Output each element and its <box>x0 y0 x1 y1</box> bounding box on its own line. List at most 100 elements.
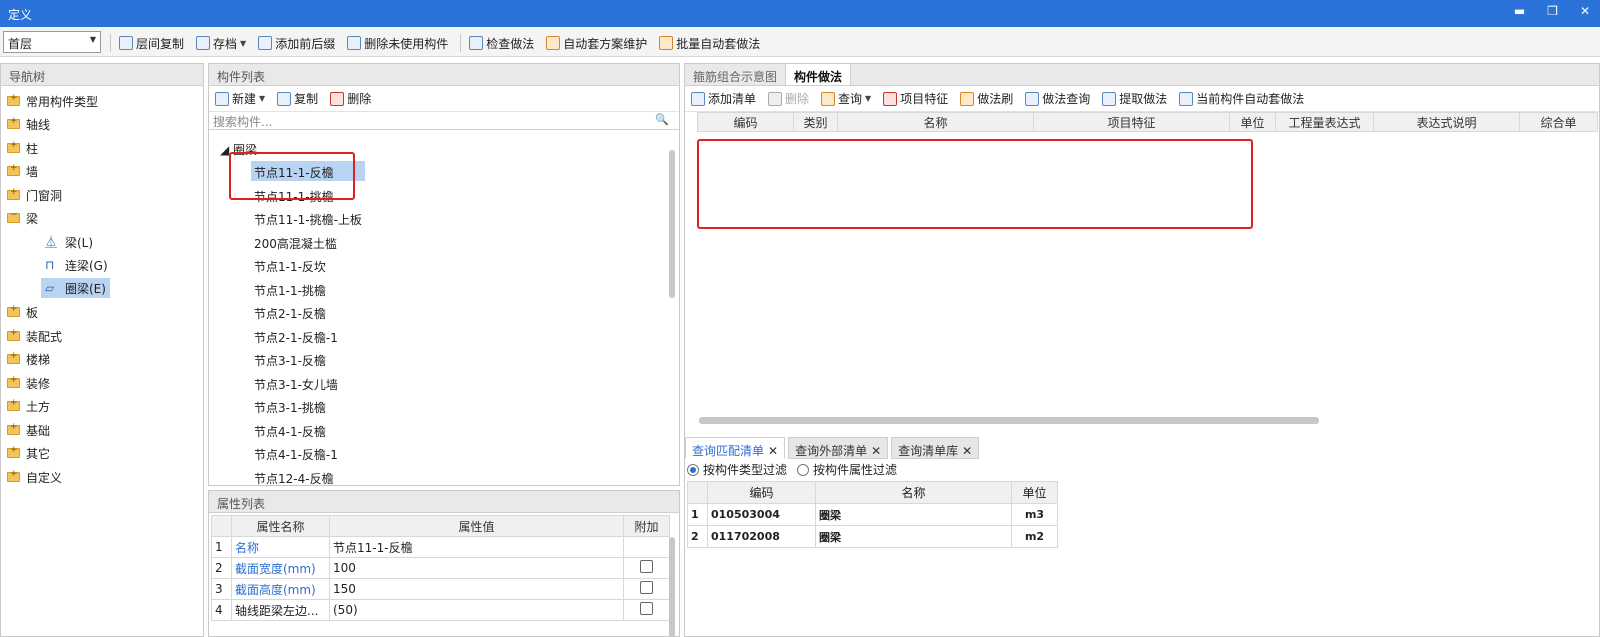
prop-value[interactable]: (50) <box>329 599 624 621</box>
extra-checkbox[interactable] <box>640 560 653 573</box>
header-code: 编码 <box>707 481 816 504</box>
vertical-scrollbar[interactable] <box>669 150 675 298</box>
table-row[interactable]: 4 轴线距梁左边... (50) <box>211 599 670 621</box>
list-item[interactable]: 节点12-4-反檐 <box>251 467 337 485</box>
header-unit-price: 综合单 <box>1519 112 1598 132</box>
annotation-highlight-box <box>697 139 1253 229</box>
nav-item-slab[interactable]: 板 <box>7 302 38 322</box>
row-code: 011702008 <box>707 525 816 548</box>
tab-stirrup-diagram[interactable]: 箍筋组合示意图 <box>685 64 787 85</box>
delete-component-button[interactable]: 删除 <box>330 90 371 107</box>
nav-subitem-beam-l[interactable]: ⏅ 梁(L) <box>45 232 93 252</box>
list-item[interactable]: 200高混凝土槛 <box>251 232 340 252</box>
filter-by-type-radio[interactable]: 按构件类型过滤 <box>687 461 787 478</box>
add-list-button[interactable]: 添加清单 <box>691 90 756 107</box>
close-icon[interactable]: ✕ <box>768 444 778 458</box>
nav-item-foundation[interactable]: 基础 <box>7 420 50 440</box>
minimize-button[interactable]: ▬ <box>1514 4 1525 18</box>
method-query-button[interactable]: 做法查询 <box>1025 90 1090 107</box>
nav-item-wall[interactable]: 墙 <box>7 161 38 181</box>
tab-label: 查询匹配清单 <box>692 444 765 458</box>
tab-match-list[interactable]: 查询匹配清单 ✕ <box>685 437 786 459</box>
prop-name: 截面高度(mm) <box>231 578 330 600</box>
close-icon[interactable]: ✕ <box>962 444 972 458</box>
copy-between-floors-button[interactable]: 层间复制 <box>119 35 184 52</box>
new-component-button[interactable]: 新建 ▼ <box>215 90 265 107</box>
nav-item-axis[interactable]: 轴线 <box>7 114 50 134</box>
batch-auto-method-button[interactable]: 批量自动套做法 <box>659 35 760 52</box>
nav-item-column[interactable]: 柱 <box>7 138 38 158</box>
table-row[interactable]: 3 截面高度(mm) 150 <box>211 578 670 600</box>
floor-select[interactable]: 首层 ▼ <box>3 31 101 53</box>
row-index: 2 <box>687 525 708 548</box>
list-item[interactable]: 节点1-1-挑檐 <box>251 279 329 299</box>
nav-item-door-window[interactable]: 门窗洞 <box>7 185 62 205</box>
table-row[interactable]: 2 截面宽度(mm) 100 <box>211 557 670 579</box>
nav-subitem-coupling-beam[interactable]: ⊓ 连梁(G) <box>45 255 108 275</box>
row-index: 1 <box>687 503 708 526</box>
list-item[interactable]: 节点4-1-反檐-1 <box>251 443 341 463</box>
extra-checkbox[interactable] <box>640 602 653 615</box>
auto-scheme-maintain-button[interactable]: 自动套方案维护 <box>546 35 647 52</box>
list-item[interactable]: 节点4-1-反檐 <box>251 420 329 440</box>
search-icon[interactable]: 🔍 <box>655 113 669 126</box>
prop-value[interactable]: 节点11-1-反檐 <box>329 536 624 558</box>
copy-component-button[interactable]: 复制 <box>277 90 318 107</box>
nav-item-custom[interactable]: 自定义 <box>7 467 62 487</box>
nav-item-common[interactable]: 常用构件类型 <box>7 91 98 111</box>
list-item[interactable]: 节点3-1-女儿墙 <box>251 373 341 393</box>
close-button[interactable]: ✕ <box>1580 4 1590 18</box>
new-component-label: 新建 <box>232 92 257 106</box>
delete-unused-button[interactable]: 删除未使用构件 <box>347 35 448 52</box>
property-table: 属性名称 属性值 附加 1 名称 节点11-1-反檐 2 截面宽度(mm) 10… <box>211 515 670 621</box>
prop-value[interactable]: 150 <box>329 578 624 600</box>
folder-icon <box>7 351 20 364</box>
list-item[interactable]: 节点1-1-反坎 <box>251 255 329 275</box>
chevron-down-icon: ▼ <box>865 94 872 103</box>
vertical-scrollbar[interactable] <box>669 537 675 636</box>
radio-unchecked-icon <box>797 464 810 476</box>
row-unit: m2 <box>1011 525 1058 548</box>
tab-component-method[interactable]: 构件做法 <box>786 64 852 85</box>
archive-button[interactable]: 存档 ▼ <box>196 35 246 52</box>
nav-item-prefab[interactable]: 装配式 <box>7 326 62 346</box>
item-feature-button[interactable]: 项目特征 <box>883 90 948 107</box>
query-button[interactable]: 查询 ▼ <box>821 90 871 107</box>
nav-item-other[interactable]: 其它 <box>7 443 50 463</box>
nav-item-decoration[interactable]: 装修 <box>7 373 50 393</box>
prop-value[interactable]: 100 <box>329 557 624 579</box>
restore-button[interactable]: ❐ <box>1547 4 1558 18</box>
delete-icon <box>768 91 783 106</box>
list-item[interactable]: 节点3-1-挑檐 <box>251 396 329 416</box>
query-icon <box>821 91 836 106</box>
extra-checkbox[interactable] <box>640 581 653 594</box>
nav-item-stairs[interactable]: 楼梯 <box>7 349 50 369</box>
list-item[interactable]: 节点2-1-反檐 <box>251 302 329 322</box>
close-icon[interactable]: ✕ <box>871 444 881 458</box>
nav-item-beam[interactable]: 梁 <box>7 208 38 228</box>
list-item[interactable]: 节点11-1-挑檐-上板 <box>251 208 365 228</box>
method-brush-button[interactable]: 做法刷 <box>960 90 1013 107</box>
nav-item-label: 常用构件类型 <box>26 94 99 109</box>
nav-tree-title: 导航树 <box>1 64 203 86</box>
tab-external-list[interactable]: 查询外部清单 ✕ <box>788 437 889 459</box>
horizontal-scrollbar[interactable] <box>699 417 1319 424</box>
header-expression-desc: 表达式说明 <box>1373 112 1520 132</box>
table-row[interactable]: 1 名称 节点11-1-反檐 <box>211 536 670 558</box>
nav-subitem-ring-beam[interactable]: ▱ 圈梁(E) <box>41 278 110 298</box>
delete-list-button[interactable]: 删除 <box>768 90 809 107</box>
auto-method-current-button[interactable]: 当前构件自动套做法 <box>1179 90 1304 107</box>
tab-list-library[interactable]: 查询清单库 ✕ <box>891 437 980 459</box>
add-prefix-suffix-button[interactable]: 添加前后缀 <box>258 35 335 52</box>
list-item[interactable]: 节点2-1-反檐-1 <box>251 326 341 346</box>
nav-item-earthwork[interactable]: 土方 <box>7 396 50 416</box>
check-method-button[interactable]: 检查做法 <box>469 35 534 52</box>
filter-by-attribute-radio[interactable]: 按构件属性过滤 <box>797 461 897 478</box>
component-search-input[interactable]: 搜索构件... 🔍 <box>209 112 679 130</box>
extract-method-label: 提取做法 <box>1119 92 1168 106</box>
table-row[interactable]: 2 011702008 圈梁 m2 <box>687 525 1058 548</box>
table-row[interactable]: 1 010503004 圈梁 m3 <box>687 503 1058 526</box>
prop-extra-cell <box>623 599 670 621</box>
extract-method-button[interactable]: 提取做法 <box>1102 90 1167 107</box>
list-item[interactable]: 节点3-1-反檐 <box>251 349 329 369</box>
